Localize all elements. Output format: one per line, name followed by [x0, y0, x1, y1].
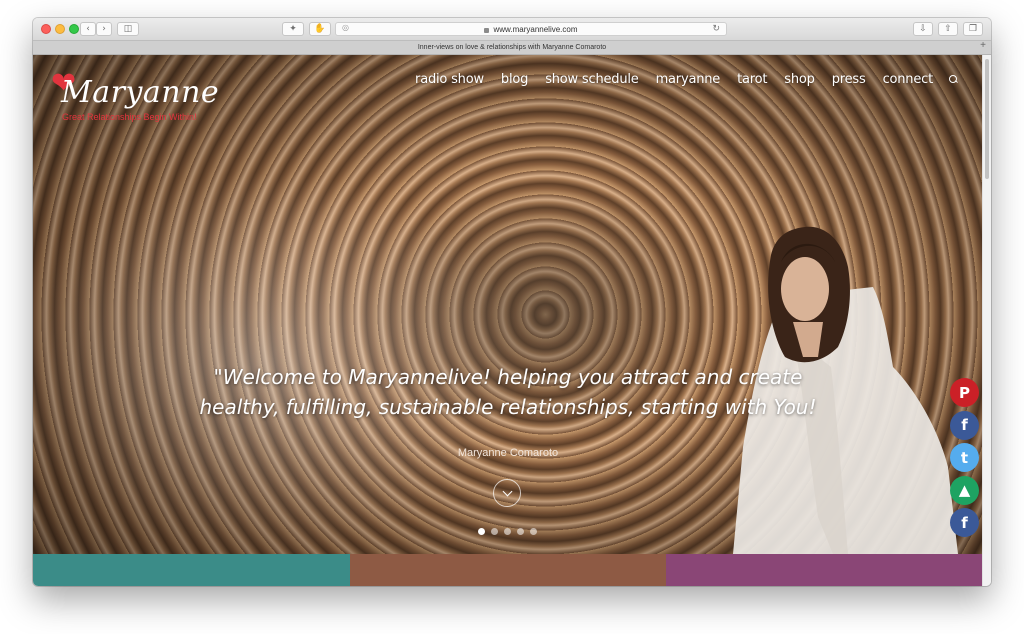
slider-dots: [478, 528, 543, 535]
nav-shop[interactable]: shop: [784, 72, 815, 87]
url-text: www.maryannelive.com: [493, 24, 578, 34]
facebook-messenger-icon[interactable]: f: [950, 508, 979, 537]
slider-dot[interactable]: [491, 528, 498, 535]
color-bar-brown: [350, 554, 666, 586]
site-logo[interactable]: ❤ Maryanne Great Relationships Begin Wit…: [51, 69, 231, 129]
reload-icon[interactable]: ↻: [712, 23, 720, 34]
pinterest-icon[interactable]: P: [950, 378, 979, 407]
new-tab-button[interactable]: +: [977, 40, 989, 51]
quote-line-1: "Welcome to Maryannelive! helping you at…: [213, 365, 803, 389]
downloads-button[interactable]: ⇩: [913, 22, 933, 36]
nav-blog[interactable]: blog: [501, 72, 528, 87]
tabs-overview-button[interactable]: ❐: [963, 22, 983, 36]
minimize-window-button[interactable]: [55, 24, 65, 34]
nav-press[interactable]: press: [832, 72, 866, 87]
nav-maryanne[interactable]: maryanne: [656, 72, 721, 87]
close-window-button[interactable]: [41, 24, 51, 34]
color-bar-teal: [33, 554, 350, 586]
quote-line-2: healthy, fulfilling, sustainable relatio…: [199, 395, 817, 419]
address-bar[interactable]: ◎ www.maryannelive.com ↻: [335, 22, 727, 36]
slider-dot[interactable]: [517, 528, 524, 535]
lock-icon: [484, 27, 490, 33]
tagline: Great Relationships Begin Within!: [62, 112, 197, 122]
back-button[interactable]: ‹: [80, 22, 96, 36]
sidebar-toggle-button[interactable]: ◫: [117, 22, 139, 36]
tab-title[interactable]: Inner-views on love & relationships with…: [418, 44, 606, 51]
twitter-icon[interactable]: t: [950, 443, 979, 472]
hero-banner: ❤ Maryanne Great Relationships Begin Wit…: [33, 55, 982, 554]
share-buttons: Pf t ▲ f: [950, 378, 979, 541]
main-nav: radio show blog show schedule maryanne t…: [398, 72, 958, 87]
reader-icon[interactable]: ◎: [342, 23, 349, 32]
browser-toolbar: ‹ › ◫ ✦ ✋ ◎ www.maryannelive.com ↻ ⇩ ⇧ ❐: [33, 18, 991, 41]
tab-bar: Inner-views on love & relationships with…: [33, 40, 991, 55]
slider-dot[interactable]: [504, 528, 511, 535]
share-button[interactable]: ⇧: [938, 22, 958, 36]
hand-icon[interactable]: ✋: [309, 22, 331, 36]
nav-show-schedule[interactable]: show schedule: [545, 72, 639, 87]
google-drive-icon[interactable]: ▲: [950, 475, 979, 505]
browser-window: ‹ › ◫ ✦ ✋ ◎ www.maryannelive.com ↻ ⇩ ⇧ ❐…: [33, 18, 991, 586]
color-bar-purple: [666, 554, 982, 586]
web-page: ❤ Maryanne Great Relationships Begin Wit…: [33, 55, 991, 586]
forward-button[interactable]: ›: [96, 22, 112, 36]
slider-dot[interactable]: [478, 528, 485, 535]
page-scrollbar[interactable]: [982, 55, 991, 586]
extension-icon[interactable]: ✦: [282, 22, 304, 36]
quote-attribution: Maryanne Comaroto: [457, 447, 559, 459]
scroll-down-chevron-icon[interactable]: [493, 479, 521, 507]
logo-text: Maryanne: [61, 75, 220, 110]
scrollbar-thumb[interactable]: [985, 59, 989, 179]
nav-radio-show[interactable]: radio show: [415, 72, 484, 87]
nav-connect[interactable]: connect: [883, 72, 934, 87]
facebook-icon[interactable]: f: [950, 410, 979, 440]
hero-quote: "Welcome to Maryannelive! helping you at…: [163, 362, 853, 422]
slider-dot[interactable]: [530, 528, 537, 535]
nav-tarot[interactable]: tarot: [737, 72, 767, 87]
search-icon[interactable]: [949, 75, 958, 84]
zoom-window-button[interactable]: [69, 24, 79, 34]
